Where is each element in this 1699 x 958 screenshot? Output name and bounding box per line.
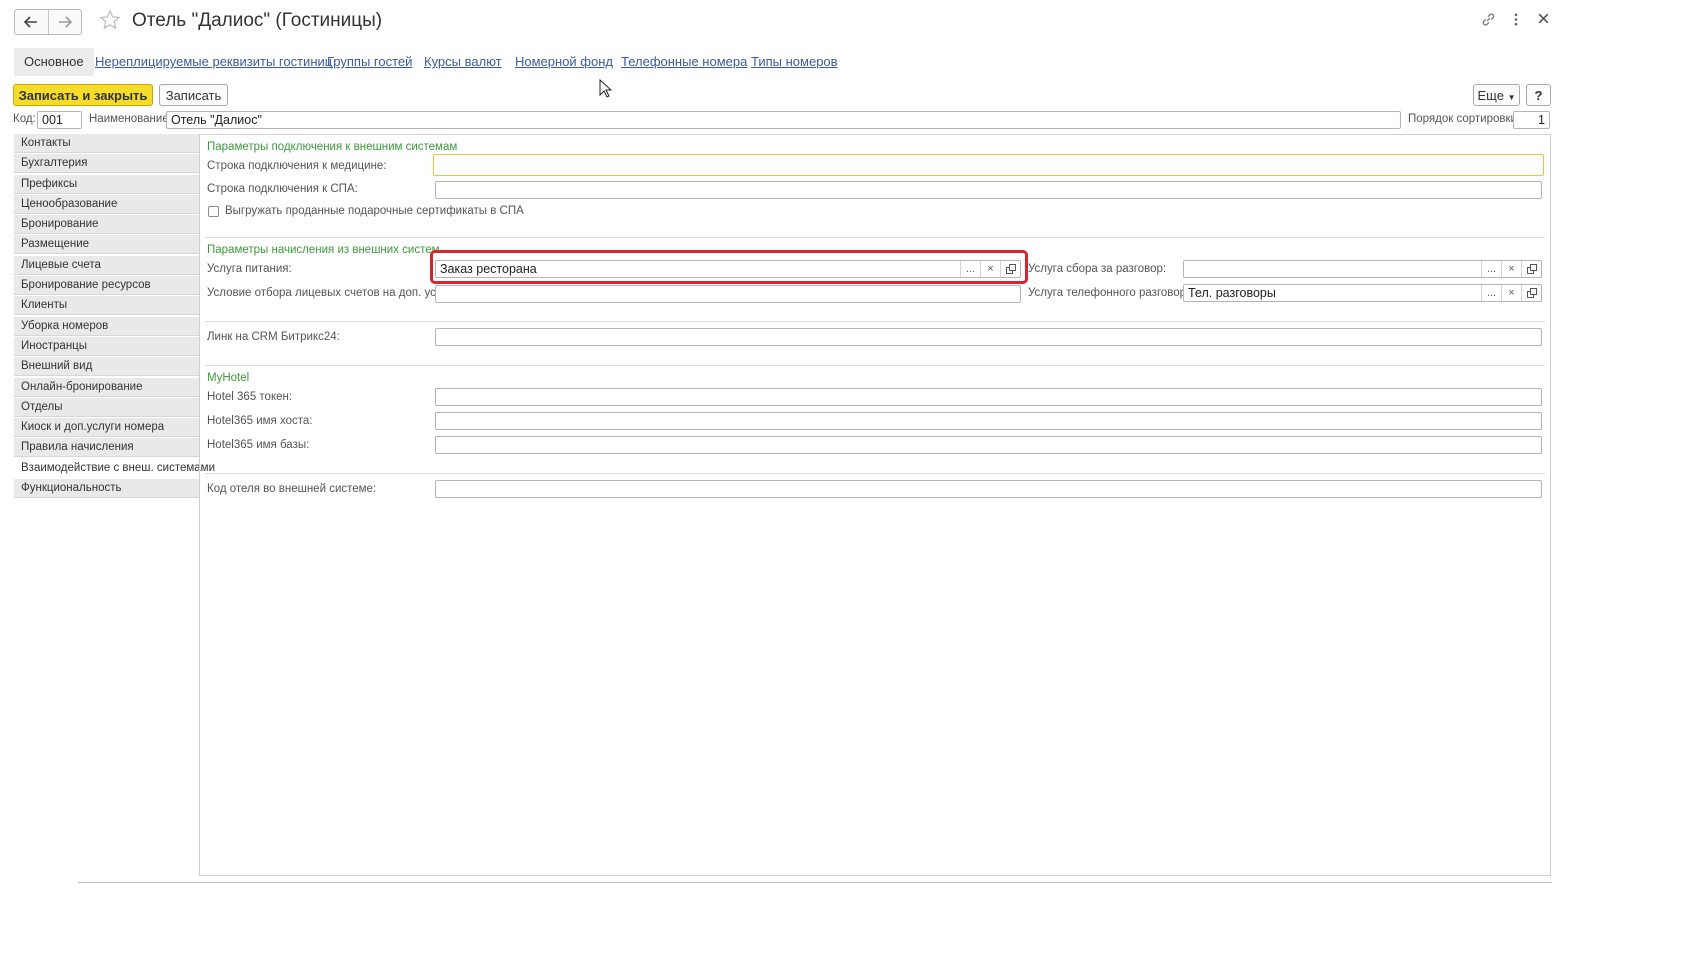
name-label: Наименование: xyxy=(89,113,172,125)
mouse-cursor-icon xyxy=(599,78,613,104)
medicine-connection-input[interactable] xyxy=(433,154,1544,176)
save-button[interactable]: Записать xyxy=(159,84,228,106)
sidebar-item-appearance[interactable]: Внешний вид xyxy=(14,357,199,377)
hotel365-db-input[interactable] xyxy=(435,436,1542,454)
sidebar-item-contacts[interactable]: Контакты xyxy=(14,134,199,153)
group-title-connections: Параметры подключения к внешним системам xyxy=(207,141,458,153)
hotel365-db-label: Hotel365 имя базы: xyxy=(207,439,310,451)
sidebar-item-folios[interactable]: Лицевые счета xyxy=(14,255,199,275)
sidebar-item-charge-rules[interactable]: Правила начисления xyxy=(14,438,199,458)
crm-link-label: Линк на CRM Битрикс24: xyxy=(207,331,340,343)
horizontal-scrollbar[interactable] xyxy=(78,882,1552,883)
more-menu-label: Еще xyxy=(1477,88,1504,103)
nav-link-phone-numbers[interactable]: Телефонные номера xyxy=(621,54,747,69)
clear-button[interactable]: × xyxy=(1501,285,1521,301)
sidebar-item-clients[interactable]: Клиенты xyxy=(14,296,199,316)
sidebar-item-accommodation[interactable]: Размещение xyxy=(14,235,199,255)
highlight-frame xyxy=(430,250,1028,284)
hotel365-token-input[interactable] xyxy=(435,388,1542,406)
external-hotel-code-input[interactable] xyxy=(435,480,1542,498)
tab-main[interactable]: Основное xyxy=(14,48,94,76)
hotel365-host-label: Hotel365 имя хоста: xyxy=(207,415,313,427)
sort-order-label: Порядок сортировки: xyxy=(1408,113,1521,125)
export-certificates-checkbox[interactable] xyxy=(208,206,219,217)
sidebar-item-resource-booking[interactable]: Бронирование ресурсов xyxy=(14,276,199,296)
more-menu-button[interactable]: Еще ▼ xyxy=(1473,84,1520,106)
filter-condition-label: Условие отбора лицевых счетов на доп. ус… xyxy=(207,287,463,299)
favorite-star-icon[interactable] xyxy=(99,9,121,36)
food-service-label: Услуга питания: xyxy=(207,263,292,275)
open-icon[interactable] xyxy=(1521,285,1541,301)
arrow-right-icon xyxy=(58,16,72,28)
name-field[interactable]: Отель "Далиос" xyxy=(166,111,1401,129)
medicine-label: Строка подключения к медицине: xyxy=(207,160,387,172)
call-fee-picker[interactable]: ... × xyxy=(1183,260,1542,278)
window-title: Отель "Далиос" (Гостиницы) xyxy=(132,10,383,31)
code-label: Код: xyxy=(13,113,36,125)
sidebar-item-external-systems[interactable]: Взаимодействие с внеш. системами xyxy=(14,458,215,478)
chevron-down-icon: ▼ xyxy=(1507,93,1516,102)
sidebar-item-foreigners[interactable]: Иностранцы xyxy=(14,336,199,356)
external-hotel-code-label: Код отеля во внешней системе: xyxy=(207,483,377,495)
select-button[interactable]: ... xyxy=(1481,285,1501,301)
filter-condition-input[interactable] xyxy=(435,285,1021,303)
nav-link-guest-groups[interactable]: Группы гостей xyxy=(327,54,412,69)
clear-button[interactable]: × xyxy=(1501,261,1521,277)
sidebar-item-accounting[interactable]: Бухгалтерия xyxy=(14,154,199,174)
crm-link-input[interactable] xyxy=(435,328,1542,346)
group-title-myhotel: MyHotel xyxy=(207,372,250,384)
select-button[interactable]: ... xyxy=(1481,261,1501,277)
sidebar-item-booking[interactable]: Бронирование xyxy=(14,215,199,235)
sidebar-item-functionality[interactable]: Функциональность xyxy=(14,479,199,499)
sidebar-item-housekeeping[interactable]: Уборка номеров xyxy=(14,316,199,336)
group-title-charges: Параметры начисления из внешних систем xyxy=(207,244,440,256)
call-fee-label: Услуга сбора за разговор: xyxy=(1028,263,1167,275)
export-certificates-label: Выгружать проданные подарочные сертифика… xyxy=(225,205,524,217)
nav-link-currency-rates[interactable]: Курсы валют xyxy=(424,54,502,69)
open-icon[interactable] xyxy=(1521,261,1541,277)
sort-order-field[interactable]: 1 xyxy=(1513,111,1550,129)
sidebar-item-online-booking[interactable]: Онлайн-бронирование xyxy=(14,377,199,397)
nav-link-room-fund[interactable]: Номерной фонд xyxy=(515,54,613,69)
close-icon[interactable] xyxy=(1537,12,1550,30)
nav-link-nonreplicated[interactable]: Нереплицируемые реквизиты гостиниц xyxy=(95,54,332,69)
spa-connection-input[interactable] xyxy=(435,181,1542,199)
phone-service-value: Тел. разговоры xyxy=(1188,286,1276,300)
phone-service-picker[interactable]: Тел. разговоры ... × xyxy=(1183,284,1542,302)
sidebar-item-prefixes[interactable]: Префиксы xyxy=(14,174,199,194)
code-field[interactable]: 001 xyxy=(37,111,82,129)
history-nav xyxy=(14,9,82,35)
arrow-left-icon xyxy=(24,16,38,28)
sidebar-item-pricing[interactable]: Ценообразование xyxy=(14,194,199,214)
more-vertical-icon[interactable] xyxy=(1513,12,1519,32)
sidebar-item-kiosk[interactable]: Киоск и доп.услуги номера xyxy=(14,418,199,438)
back-button[interactable] xyxy=(15,10,48,34)
separator xyxy=(205,473,1545,474)
save-and-close-button[interactable]: Записать и закрыть xyxy=(13,84,153,106)
separator xyxy=(205,365,1545,366)
spa-label: Строка подключения к СПА: xyxy=(207,183,358,195)
forward-button[interactable] xyxy=(47,10,82,34)
separator xyxy=(205,237,1545,238)
help-button[interactable]: ? xyxy=(1526,84,1551,106)
separator xyxy=(205,321,1545,322)
sidebar: Контакты Бухгалтерия Префиксы Ценообразо… xyxy=(14,134,215,499)
phone-service-label: Услуга телефонного разговора: xyxy=(1028,287,1196,299)
sidebar-item-departments[interactable]: Отделы xyxy=(14,397,199,417)
link-icon[interactable] xyxy=(1481,12,1496,32)
call-fee-value xyxy=(1184,261,1481,277)
hotel365-token-label: Hotel 365 токен: xyxy=(207,391,293,403)
nav-link-room-types[interactable]: Типы номеров xyxy=(751,54,838,69)
hotel365-host-input[interactable] xyxy=(435,412,1542,430)
